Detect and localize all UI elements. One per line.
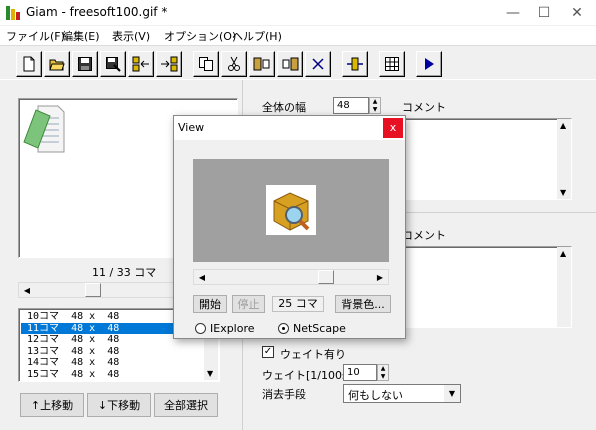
frame-counter: 11 / 33 コマ [92, 266, 157, 279]
app-logo-icon [6, 6, 20, 20]
comment-label-1: コメント [402, 101, 446, 114]
disposal-select[interactable]: 何もしない ▼ [343, 384, 461, 403]
scroll-up-arrow-icon[interactable]: ▲ [560, 249, 566, 258]
animation-preview [193, 159, 389, 262]
wait-checkbox[interactable]: ✓ [262, 346, 274, 358]
width-spinner[interactable]: ▲ ▼ [369, 97, 381, 114]
menu-help[interactable]: ヘルプ(H) [232, 28, 282, 44]
start-button[interactable]: 開始 [193, 295, 227, 313]
dialog-scroll-thumb[interactable] [318, 270, 334, 284]
save-as-icon[interactable] [100, 51, 126, 77]
copy-icon[interactable] [193, 51, 219, 77]
menu-options[interactable]: オプション(O) [164, 28, 236, 44]
notepad-icon [23, 105, 65, 153]
wait-check-label: ウェイト有り [280, 348, 346, 361]
move-down-button[interactable]: ↓下移動 [87, 393, 151, 417]
toolbar [0, 45, 596, 79]
comment-textarea-1[interactable]: ▲ ▼ [400, 118, 572, 200]
radio-netscape[interactable] [278, 323, 289, 334]
dialog-title-bar: View x [174, 116, 405, 140]
background-color-button[interactable]: 背景色... [335, 295, 391, 313]
radio-iexplore-label: IExplore [210, 322, 255, 335]
wait-label: ウェイト[1/100s] [262, 369, 353, 382]
radio-netscape-label: NetScape [293, 322, 346, 335]
view-dialog: View x ◀ ▶ 開始 停止 25 コマ 背景色... IExplore N… [173, 115, 406, 339]
comment-scrollbar-2: ▲ [557, 247, 571, 327]
menu-bar: ファイル(F) 編集(E) 表示(V) オプション(O) ヘルプ(H) [0, 26, 596, 45]
window-title: Giam - freesoft100.gif * [26, 5, 168, 19]
menu-edit[interactable]: 編集(E) [62, 28, 100, 44]
frame-list-item[interactable]: 14コマ 48 x 48 [21, 357, 205, 369]
save-icon[interactable] [72, 51, 98, 77]
box-magnifier-icon [266, 185, 316, 235]
frame-list-item[interactable]: 15コマ 48 x 48 [21, 369, 205, 381]
insert-frame-after-icon[interactable] [156, 51, 182, 77]
scroll-left-arrow-icon[interactable]: ◀ [19, 283, 35, 297]
disposal-value: 何もしない [348, 389, 403, 402]
scroll-thumb[interactable] [85, 283, 101, 297]
dialog-scrollbar[interactable]: ◀ ▶ [193, 269, 389, 285]
menu-file[interactable]: ファイル(F) [6, 28, 65, 44]
maximize-button[interactable]: ☐ [527, 0, 561, 26]
width-input[interactable]: 48 [333, 97, 369, 114]
radio-iexplore[interactable] [195, 323, 206, 334]
paste-before-icon[interactable] [249, 51, 275, 77]
scroll-left-arrow-icon[interactable]: ◀ [194, 270, 210, 284]
insert-frame-before-icon[interactable] [128, 51, 154, 77]
close-button[interactable]: ✕ [560, 0, 594, 26]
comment-label-2: コメント [402, 229, 446, 242]
menu-view[interactable]: 表示(V) [112, 28, 150, 44]
scroll-down-arrow-icon[interactable]: ▼ [560, 188, 566, 197]
play-icon[interactable] [416, 51, 442, 77]
move-up-button[interactable]: ↑上移動 [20, 393, 84, 417]
comment-scrollbar-1: ▲ ▼ [557, 119, 571, 199]
frame-count: 25 コマ [272, 296, 324, 312]
dialog-title: View [178, 121, 205, 134]
open-folder-icon[interactable] [44, 51, 70, 77]
new-file-icon[interactable] [16, 51, 42, 77]
delete-icon[interactable] [305, 51, 331, 77]
disposal-label: 消去手段 [262, 388, 306, 401]
grid-icon[interactable] [379, 51, 405, 77]
scroll-down-arrow-icon[interactable]: ▼ [207, 369, 213, 378]
comment-textarea-2[interactable]: ▲ [400, 246, 572, 328]
dialog-close-button[interactable]: x [383, 118, 403, 138]
scroll-right-arrow-icon[interactable]: ▶ [372, 270, 388, 284]
chevron-down-icon[interactable]: ▼ [444, 385, 460, 402]
paste-after-icon[interactable] [277, 51, 303, 77]
frame-list-item[interactable]: 13コマ 48 x 48 [21, 346, 205, 358]
wait-spinner[interactable]: ▲ ▼ [377, 364, 389, 381]
title-bar: Giam - freesoft100.gif * — ☐ ✕ [0, 0, 596, 26]
stop-button[interactable]: 停止 [232, 295, 265, 313]
width-label: 全体の幅 [262, 101, 306, 114]
cut-icon[interactable] [221, 51, 247, 77]
wait-input[interactable]: 10 [343, 364, 377, 381]
resize-icon[interactable] [342, 51, 368, 77]
scroll-up-arrow-icon[interactable]: ▲ [560, 121, 566, 130]
select-all-button[interactable]: 全部選択 [154, 393, 218, 417]
minimize-button[interactable]: — [496, 0, 530, 26]
